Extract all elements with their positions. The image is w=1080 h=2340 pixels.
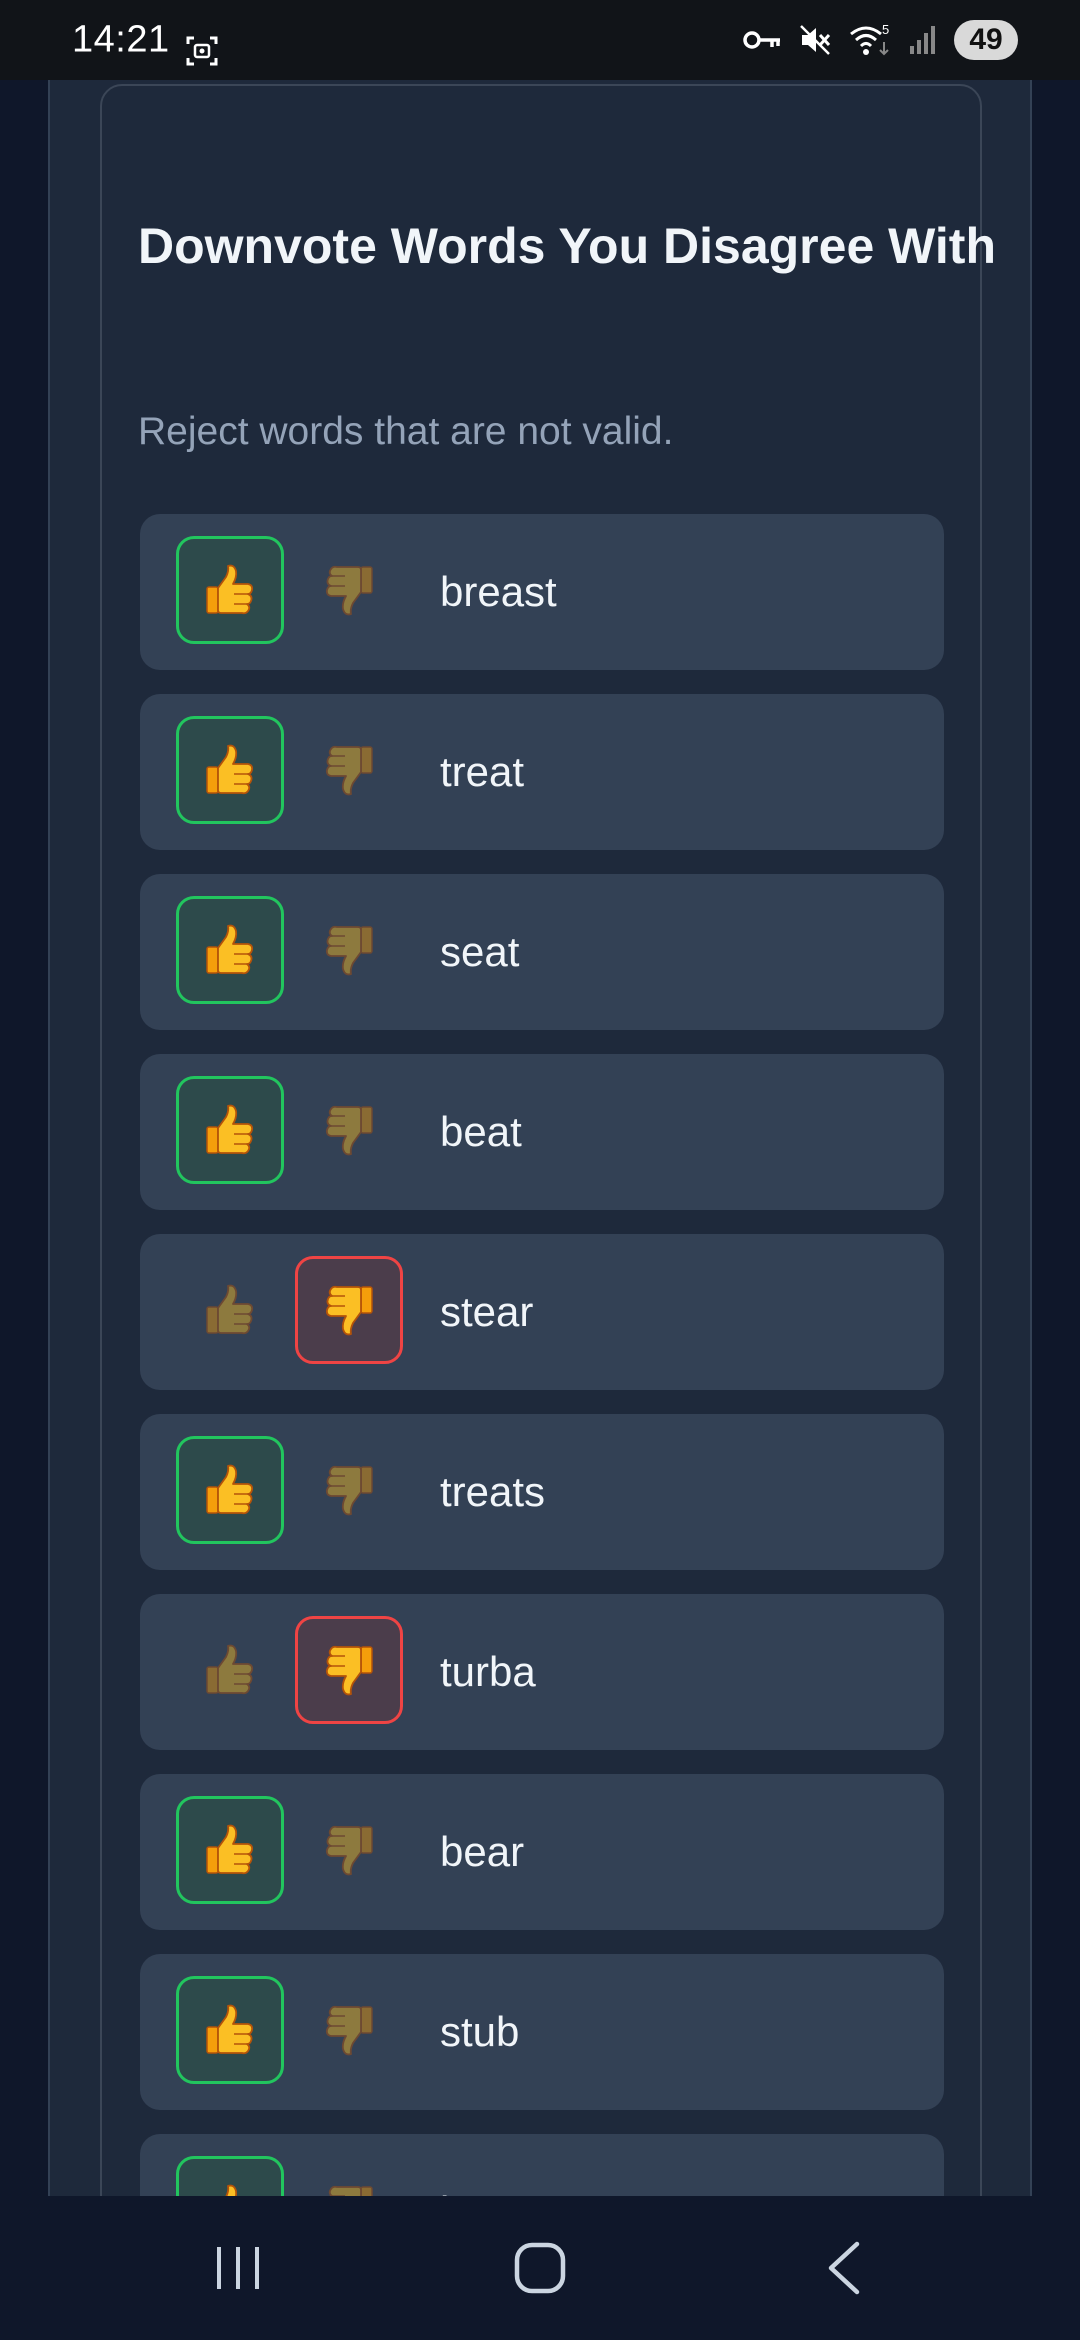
key-icon bbox=[743, 31, 780, 49]
signal-icon bbox=[910, 26, 935, 54]
page-subtitle: Reject words that are not valid. bbox=[138, 410, 674, 453]
thumbs-down-icon bbox=[325, 1825, 373, 1876]
word-label: stear bbox=[440, 1288, 534, 1335]
back-icon bbox=[828, 2241, 860, 2295]
word-label: turba bbox=[440, 1648, 536, 1695]
word-row: breast bbox=[140, 514, 944, 670]
word-row: stear bbox=[140, 1234, 944, 1390]
word-row: stub bbox=[140, 1954, 944, 2110]
app-container: Downvote Words You Disagree With Reject … bbox=[48, 80, 1032, 2290]
upvote-button[interactable] bbox=[176, 716, 284, 824]
word-row: seat bbox=[140, 874, 944, 1030]
word-label: seat bbox=[440, 928, 520, 975]
downvote-button[interactable] bbox=[295, 1796, 403, 1904]
page-title: Downvote Words You Disagree With bbox=[138, 218, 996, 274]
downvote-button[interactable] bbox=[295, 1076, 403, 1184]
recent-apps-button[interactable] bbox=[188, 2228, 288, 2308]
downvote-button[interactable] bbox=[295, 1436, 403, 1544]
downvote-button[interactable] bbox=[295, 716, 403, 824]
status-time: 14:21 bbox=[72, 18, 170, 61]
upvote-button[interactable] bbox=[176, 536, 284, 644]
thumbs-up-icon bbox=[206, 924, 254, 975]
screenshot-icon bbox=[186, 36, 218, 66]
thumbs-up-icon bbox=[206, 2004, 254, 2055]
thumbs-down-icon bbox=[325, 745, 373, 796]
thumbs-down-icon bbox=[325, 1105, 373, 1156]
thumbs-down-icon bbox=[325, 1285, 373, 1336]
word-label: stub bbox=[440, 2008, 520, 2055]
downvote-button[interactable] bbox=[295, 1616, 403, 1724]
thumbs-up-icon bbox=[206, 1284, 254, 1335]
thumbs-up-icon bbox=[206, 1644, 254, 1695]
word-row: treat bbox=[140, 694, 944, 850]
thumbs-up-icon bbox=[206, 744, 254, 795]
mute-icon bbox=[800, 25, 831, 55]
word-label: treat bbox=[440, 748, 525, 795]
word-label: breast bbox=[440, 568, 557, 615]
back-button[interactable] bbox=[793, 2228, 893, 2308]
upvote-button[interactable] bbox=[176, 1256, 284, 1364]
thumbs-down-icon bbox=[325, 1645, 373, 1696]
downvote-button[interactable] bbox=[295, 1976, 403, 2084]
word-row: bear bbox=[140, 1774, 944, 1930]
thumbs-down-icon bbox=[325, 565, 373, 616]
thumbs-down-icon bbox=[325, 925, 373, 976]
word-row: beat bbox=[140, 1054, 944, 1210]
status-icons: 5 49 bbox=[742, 20, 1018, 60]
upvote-button[interactable] bbox=[176, 896, 284, 1004]
word-row: treats bbox=[140, 1414, 944, 1570]
upvote-button[interactable] bbox=[176, 1436, 284, 1544]
upvote-button[interactable] bbox=[176, 1076, 284, 1184]
downvote-button[interactable] bbox=[295, 536, 403, 644]
navigation-bar bbox=[0, 2196, 1080, 2340]
thumbs-up-icon bbox=[206, 1464, 254, 1515]
word-list: breast treat seat beat stear treats turba bear s… bbox=[140, 514, 944, 2314]
recent-apps-icon bbox=[217, 2247, 259, 2289]
thumbs-down-icon bbox=[325, 1465, 373, 1516]
home-icon bbox=[514, 2242, 566, 2294]
battery-icon: 49 bbox=[954, 20, 1018, 60]
status-bar: 14:21 5 49 bbox=[0, 0, 1080, 80]
thumbs-up-icon bbox=[206, 564, 254, 615]
thumbs-up-icon bbox=[206, 1104, 254, 1155]
home-button[interactable] bbox=[490, 2228, 590, 2308]
thumbs-up-icon bbox=[206, 1824, 254, 1875]
wifi-icon: 5 bbox=[850, 22, 889, 56]
word-label: beat bbox=[440, 1108, 522, 1155]
upvote-button[interactable] bbox=[176, 1616, 284, 1724]
word-row: turba bbox=[140, 1594, 944, 1750]
downvote-button[interactable] bbox=[295, 1256, 403, 1364]
word-label: bear bbox=[440, 1828, 525, 1875]
thumbs-down-icon bbox=[325, 2005, 373, 2056]
upvote-button[interactable] bbox=[176, 1796, 284, 1904]
upvote-button[interactable] bbox=[176, 1976, 284, 2084]
word-label: treats bbox=[440, 1468, 546, 1515]
downvote-button[interactable] bbox=[295, 896, 403, 1004]
wifi-label: 5 bbox=[882, 22, 889, 37]
